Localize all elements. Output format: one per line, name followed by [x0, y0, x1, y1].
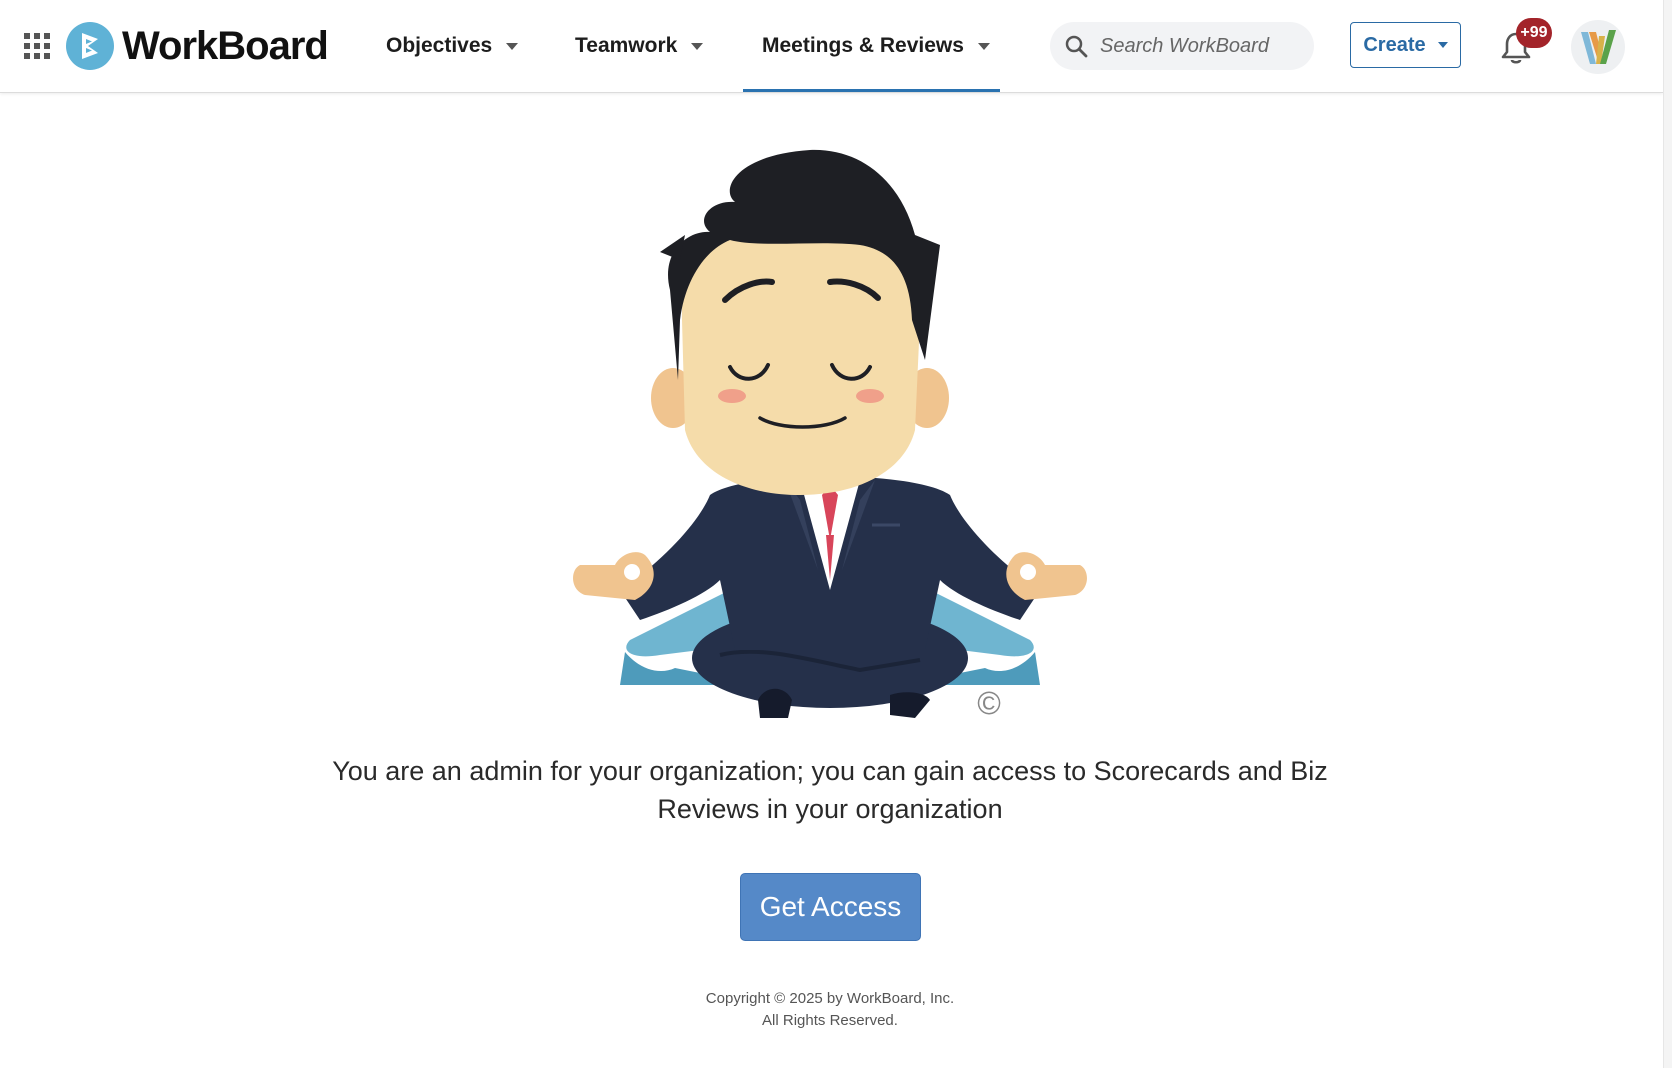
get-access-button[interactable]: Get Access	[740, 873, 921, 941]
meditating-businessman-illustration	[573, 149, 1087, 718]
nav-teamwork[interactable]: Teamwork	[575, 0, 704, 92]
app-grid-icon[interactable]	[24, 33, 50, 59]
notification-count-badge: +99	[1516, 18, 1552, 48]
create-button-label: Create	[1363, 33, 1426, 56]
chevron-down-icon	[691, 42, 704, 50]
nav-meetings-reviews[interactable]: Meetings & Reviews	[762, 0, 990, 92]
chevron-down-icon	[506, 42, 519, 50]
search-input[interactable]	[1098, 33, 1312, 59]
user-avatar[interactable]	[1571, 20, 1625, 74]
footer: Copyright © 2025 by WorkBoard, Inc. All …	[600, 988, 1060, 1032]
logo-text: WorkBoard	[122, 23, 329, 68]
avatar-logo-icon	[1581, 30, 1616, 64]
rights-text: All Rights Reserved.	[762, 1012, 898, 1029]
nav-objectives[interactable]: Objectives	[386, 0, 519, 92]
workboard-logo[interactable]: WorkBoard	[66, 22, 329, 70]
top-navigation-bar: WorkBoard Objectives Teamwork Meetings &…	[0, 0, 1663, 93]
create-button[interactable]: Create	[1350, 22, 1461, 68]
admin-access-message: You are an admin for your organization; …	[332, 756, 1328, 824]
nav-teamwork-label: Teamwork	[575, 34, 678, 57]
copyright-text: Copyright © 2025 by WorkBoard, Inc.	[705, 990, 955, 1007]
nav-meetings-reviews-label: Meetings & Reviews	[762, 34, 964, 57]
search-box[interactable]	[1050, 22, 1314, 70]
scrollbar[interactable]	[1663, 0, 1672, 1068]
copyright-mark: ©	[977, 685, 1001, 721]
active-tab-indicator	[743, 89, 1000, 92]
chevron-down-icon	[977, 42, 990, 50]
search-icon	[1065, 35, 1088, 58]
nav-objectives-label: Objectives	[386, 34, 493, 57]
chevron-down-icon	[1437, 42, 1448, 48]
workboard-logo-icon	[66, 22, 114, 70]
